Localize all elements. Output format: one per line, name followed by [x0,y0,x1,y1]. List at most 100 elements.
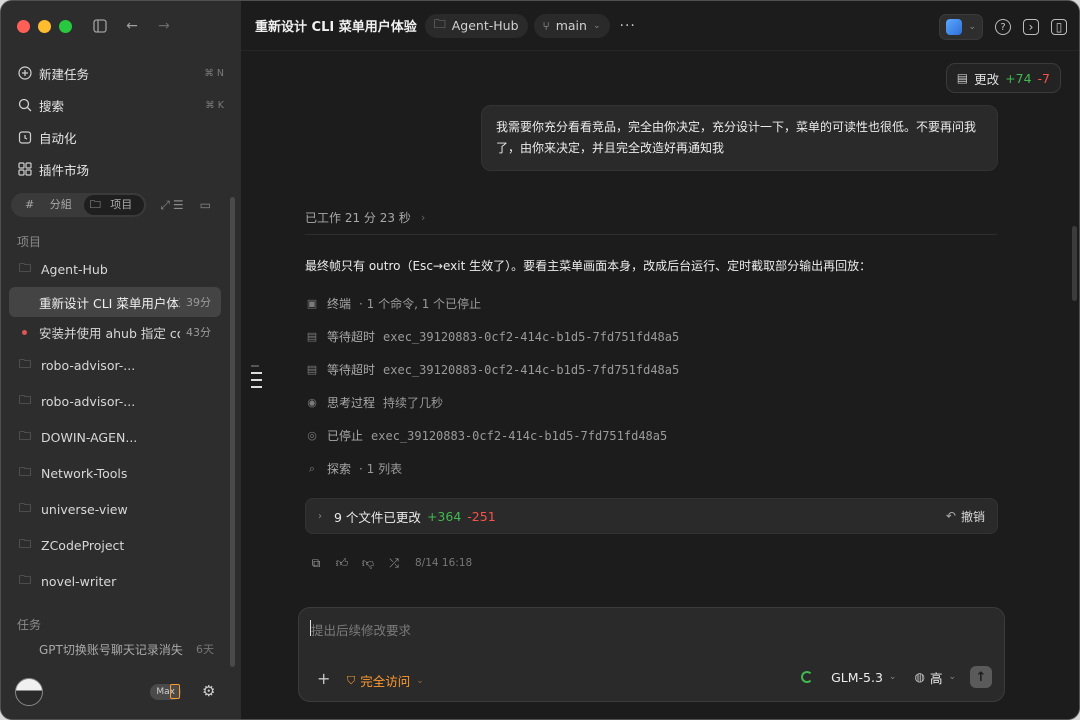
main-scrollbar[interactable] [1072,226,1077,301]
user-message: 我需要你充分看看竞品，完全由你决定，充分设计一下，菜单的可读性也很低。不要再问我… [481,105,998,171]
folder-icon: 🗀 [19,260,32,275]
step-item[interactable]: ▤ 等待超时 exec_39120883-0cf2-414c-b1d5-7fd7… [305,320,679,353]
thumbs-up-icon[interactable]: 👍︎ [335,556,349,570]
gear-icon[interactable]: ⚙ [202,682,215,700]
close-window-button[interactable] [17,20,30,33]
terminal-icon[interactable]: › [1023,19,1039,35]
step-item[interactable]: ⌕ 探索 · 1 列表 [305,452,679,485]
thumbs-down-icon[interactable]: 👎︎ [361,556,375,570]
undo-button[interactable]: ↶ 撤销 [946,508,985,525]
segment-group-label: 分組 [49,198,72,211]
step-detail: 持续了几秒 [383,396,444,410]
effort-select[interactable]: ◍ 高 ⌄ [914,668,956,687]
send-button[interactable]: ↑ [970,666,992,688]
project-chip[interactable]: 🗀 Agent-Hub [424,13,528,38]
nav-search[interactable]: 搜索 ⌘ K [9,89,233,121]
search-icon [18,98,32,112]
project-item[interactable]: 🗀 universe-view [9,491,221,527]
archive-icon[interactable]: ▭ [200,198,211,212]
composer-controls: GLM-5.3 ⌄ ◍ 高 ⌄ ↑ [801,666,992,688]
project-item[interactable]: 🗀 Agent-Hub [9,251,221,287]
task-item-active[interactable]: 重新设计 CLI 菜单用户体验 39分 [9,287,221,317]
project-item[interactable]: 🗀 robo-advisor-... [9,347,221,383]
model-label: GLM-5.3 [831,669,883,685]
sidebar-scrollbar[interactable] [230,197,235,667]
folder-icon: 🗀 [19,572,32,587]
open-in-app-button[interactable]: ⌄ [939,14,983,40]
help-icon[interactable]: ? [995,19,1011,35]
worked-duration[interactable]: 已工作 21 分 23 秒 › [305,209,425,226]
step-item[interactable]: ◎ 已停止 exec_39120883-0cf2-414c-b1d5-7fd75… [305,419,679,452]
filter-icon[interactable]: ☰ [173,198,184,212]
composer-input[interactable]: 提出后续修改要求 [311,620,411,639]
shortcut-hint: ⌘ K [205,99,224,111]
project-item[interactable]: 🗀 Network-Tools [9,455,221,491]
step-item[interactable]: ◉ 思考过程 持续了几秒 [305,386,679,419]
project-label: Agent-Hub [41,261,108,277]
branch-chip[interactable]: ⑂ main ⌄ [533,13,610,38]
step-item[interactable]: ▤ 等待超时 exec_39120883-0cf2-414c-b1d5-7fd7… [305,353,679,386]
back-arrow-icon[interactable]: ← [123,17,141,35]
project-list: 🗀 Agent-Hub 重新设计 CLI 菜单用户体验 39分 安装并使用 ah… [9,251,221,599]
project-label: universe-view [41,501,128,517]
task-item[interactable]: GPT切换账号聊天记录消失 6天 [39,641,214,658]
expand-icon[interactable]: ⤢ [160,198,170,213]
maximize-window-button[interactable] [59,20,72,33]
sidebar-footer: Max ⚙ [15,677,225,707]
task-label: 安装并使用 ahub 指定 co [39,325,180,341]
chevron-right-icon: › [420,211,426,224]
nav-label: 新建任务 [39,66,90,82]
sidebar-toggle-icon[interactable] [91,17,109,35]
avatar[interactable] [15,678,43,706]
nav-plugin-market[interactable]: 插件市场 [9,153,233,185]
chevron-down-icon: ⌄ [888,672,897,682]
project-label: novel-writer [41,573,117,589]
phone-icon[interactable] [170,684,180,699]
app-window: ← → 新建任务 ⌘ N 搜索 ⌘ K 自动化 插件市场 # 分組 🗀 项目 ⤢… [0,0,1080,720]
task-item[interactable]: 安装并使用 ahub 指定 co 43分 [9,317,221,347]
sidebar-nav: 新建任务 ⌘ N 搜索 ⌘ K 自动化 插件市场 [9,57,233,185]
chevron-right-icon: › [318,510,322,522]
model-select[interactable]: GLM-5.3 ⌄ [831,670,896,685]
brain-icon: ◉ [307,396,317,409]
nav-automation[interactable]: 自动化 [9,121,233,153]
context-usage-icon[interactable] [801,671,814,683]
project-label: Network-Tools [41,465,128,481]
header-bar: 重新设计 CLI 菜单用户体验 🗀 Agent-Hub ⑂ main ⌄ ···… [241,1,1079,51]
segment-group[interactable]: # 分組 [13,195,84,215]
lines-added: +74 [1005,70,1032,86]
files-changed-panel[interactable]: › 9 个文件已更改 +364 -251 ↶ 撤销 [305,498,998,534]
file-wait-icon: ▤ [306,363,318,376]
shortcut-hint: ⌘ N [204,67,224,79]
access-mode-select[interactable]: ⛉ 完全访问 ⌄ [347,671,424,690]
changes-label: 更改 [974,71,1000,87]
minimize-window-button[interactable] [38,20,51,33]
folder-icon: 🗀 [19,356,32,371]
attach-plus-icon[interactable]: + [317,669,330,688]
access-mode-label: 完全访问 [360,674,411,689]
task-time: 43分 [186,326,211,339]
task-time: 39分 [186,296,211,309]
task-time: 6天 [196,643,214,656]
panel-toggle-icon[interactable]: ▯ [1051,19,1067,35]
changes-button[interactable]: ▤ 更改 +74 -7 [945,63,1061,93]
step-item[interactable]: ▣ 终端 · 1 个命令, 1 个已停止 [305,287,679,320]
unread-dot-icon [22,329,27,335]
nav-new-task[interactable]: 新建任务 ⌘ N [9,57,233,89]
lines-added: +364 [426,508,462,524]
scroll-minimap[interactable] [251,365,263,393]
chevron-down-icon: ⌄ [592,20,601,31]
hash-icon: # [25,198,35,211]
step-label: 等待超时 [327,363,376,377]
forward-arrow-icon[interactable]: → [155,17,173,35]
copy-icon[interactable]: ⧉ [309,556,323,570]
main-panel: 重新设计 CLI 菜单用户体验 🗀 Agent-Hub ⑂ main ⌄ ···… [241,1,1079,719]
fork-icon[interactable]: ⤮ [387,556,401,570]
more-icon[interactable]: ··· [620,18,636,34]
segment-project[interactable]: 🗀 项目 [83,195,145,215]
project-item[interactable]: 🗀 ZCodeProject [9,527,221,563]
project-item[interactable]: 🗀 DOWIN-AGEN... [9,419,221,455]
clock-icon [18,130,32,144]
project-item[interactable]: 🗀 robo-advisor-... [9,383,221,419]
project-item[interactable]: 🗀 novel-writer [9,563,221,599]
